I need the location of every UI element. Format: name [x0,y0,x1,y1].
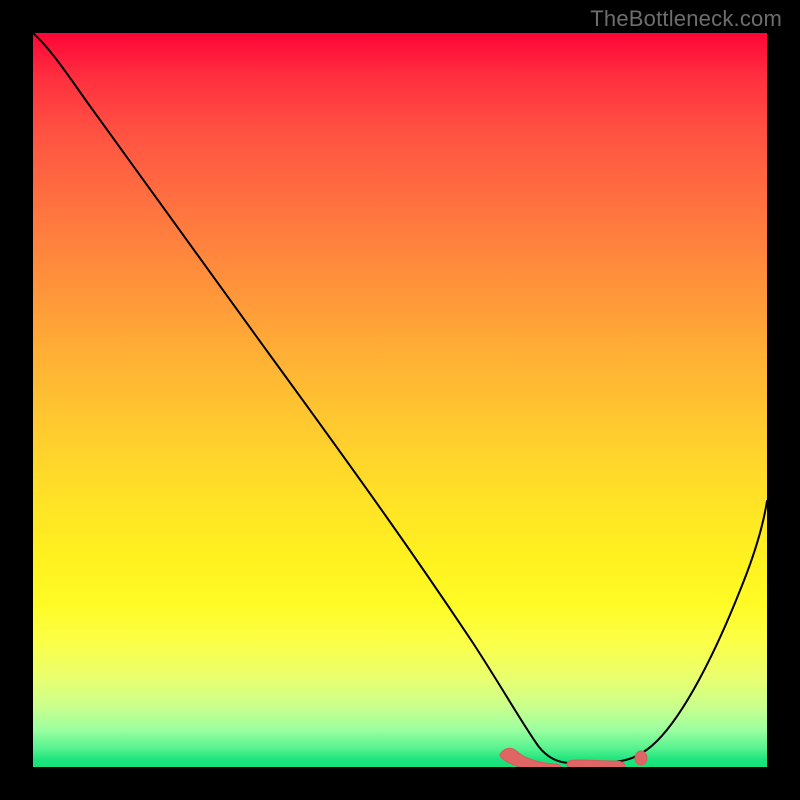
bottleneck-curve-path [33,33,767,763]
highlight-blob-mid [567,760,625,767]
attribution-text: TheBottleneck.com [590,6,782,32]
plot-area [33,33,767,767]
highlight-group [500,748,647,767]
bottleneck-curve-svg [33,33,767,767]
chart-frame: TheBottleneck.com [0,0,800,800]
highlight-blob-right [635,751,647,765]
